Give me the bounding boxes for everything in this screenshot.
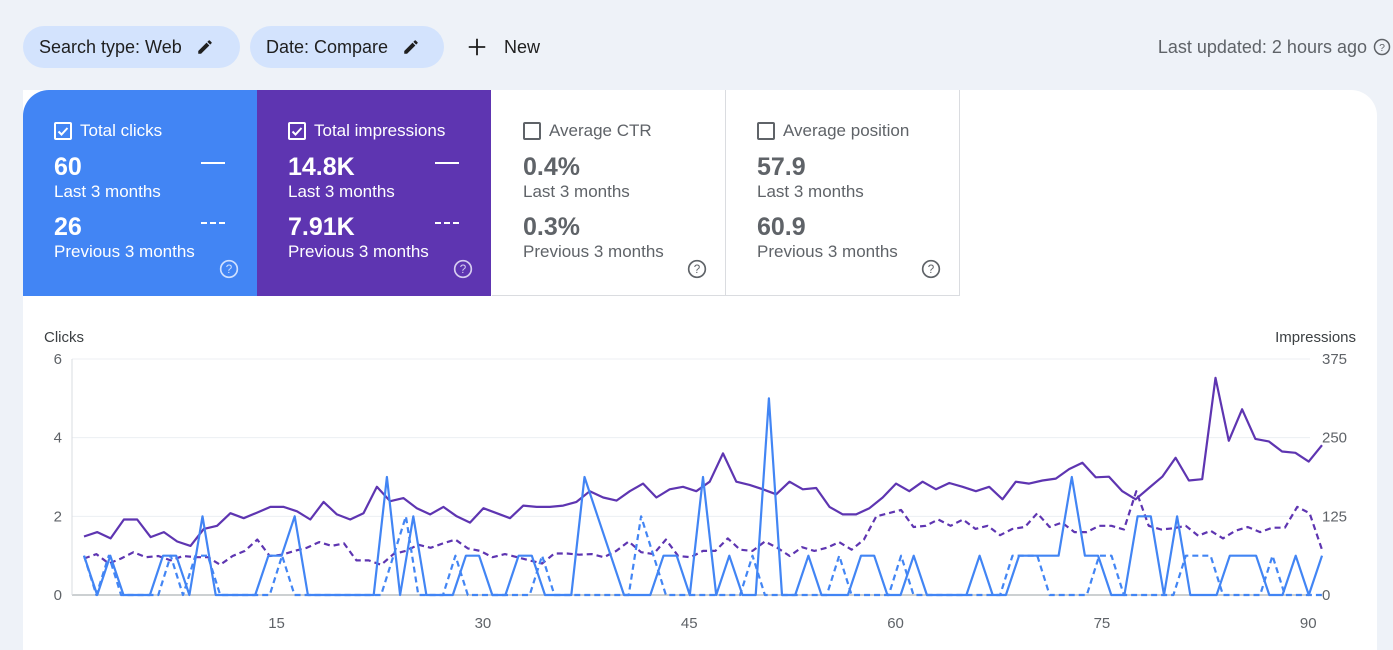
- metric-total-clicks[interactable]: Total clicks 60 Last 3 months 26 Previou…: [23, 90, 257, 296]
- checkbox-unchecked-icon[interactable]: [523, 122, 541, 140]
- metric-prev-value: 7.91K: [288, 213, 355, 241]
- help-icon[interactable]: ?: [687, 259, 707, 279]
- metric-title: Average CTR: [549, 121, 652, 140]
- new-filter-button[interactable]: New: [466, 26, 540, 68]
- dashed-line-legend-icon: [435, 222, 459, 224]
- help-icon[interactable]: ?: [219, 259, 239, 279]
- checkbox-checked-icon[interactable]: [288, 122, 306, 140]
- metric-prev-value: 60.9: [757, 213, 806, 241]
- search-type-label: Search type: Web: [39, 36, 182, 57]
- dashed-line-legend-icon: [201, 222, 225, 224]
- performance-card: Total clicks 60 Last 3 months 26 Previou…: [23, 90, 1377, 650]
- metric-period: Last 3 months: [54, 182, 161, 201]
- date-chip[interactable]: Date: Compare: [250, 26, 444, 68]
- svg-text:?: ?: [460, 263, 467, 276]
- metric-title: Total impressions: [314, 121, 446, 140]
- metric-value: 0.4%: [523, 153, 580, 181]
- metric-value: 60: [54, 153, 82, 181]
- metric-prev-value: 0.3%: [523, 213, 580, 241]
- date-label: Date: Compare: [266, 36, 389, 57]
- metric-total-impressions[interactable]: Total impressions 14.8K Last 3 months 7.…: [257, 90, 491, 296]
- last-updated-text: Last updated: 2 hours ago: [1157, 36, 1367, 57]
- metric-average-ctr[interactable]: Average CTR 0.4% Last 3 months 0.3% Prev…: [492, 90, 726, 296]
- svg-text:?: ?: [1379, 42, 1385, 54]
- pencil-icon: [404, 40, 418, 54]
- metric-title: Total clicks: [80, 121, 163, 140]
- help-icon[interactable]: ?: [1373, 38, 1391, 56]
- svg-text:?: ?: [226, 263, 233, 276]
- metric-value: 57.9: [757, 153, 806, 181]
- pencil-icon: [198, 40, 212, 54]
- metric-period: Last 3 months: [523, 182, 630, 201]
- metric-value: 14.8K: [288, 153, 355, 181]
- metric-title: Average position: [783, 121, 910, 140]
- solid-line-legend-icon: [435, 162, 459, 164]
- checkbox-unchecked-icon[interactable]: [757, 122, 775, 140]
- svg-text:?: ?: [928, 263, 935, 276]
- metric-period: Last 3 months: [288, 182, 395, 201]
- toolbar: Search type: Web Date: Compare New Last …: [23, 26, 1393, 68]
- help-icon[interactable]: ?: [921, 259, 941, 279]
- metric-prev-value: 26: [54, 213, 82, 241]
- metric-average-position[interactable]: Average position 57.9 Last 3 months 60.9…: [726, 90, 960, 296]
- svg-text:?: ?: [694, 263, 701, 276]
- solid-line-legend-icon: [201, 162, 225, 164]
- last-updated: Last updated: 2 hours ago ?: [1158, 26, 1391, 68]
- metric-period: Last 3 months: [757, 182, 864, 201]
- plus-icon: [468, 38, 486, 56]
- checkbox-checked-icon[interactable]: [54, 122, 72, 140]
- help-icon[interactable]: ?: [453, 259, 473, 279]
- search-type-chip[interactable]: Search type: Web: [23, 26, 240, 68]
- new-label: New: [504, 36, 541, 57]
